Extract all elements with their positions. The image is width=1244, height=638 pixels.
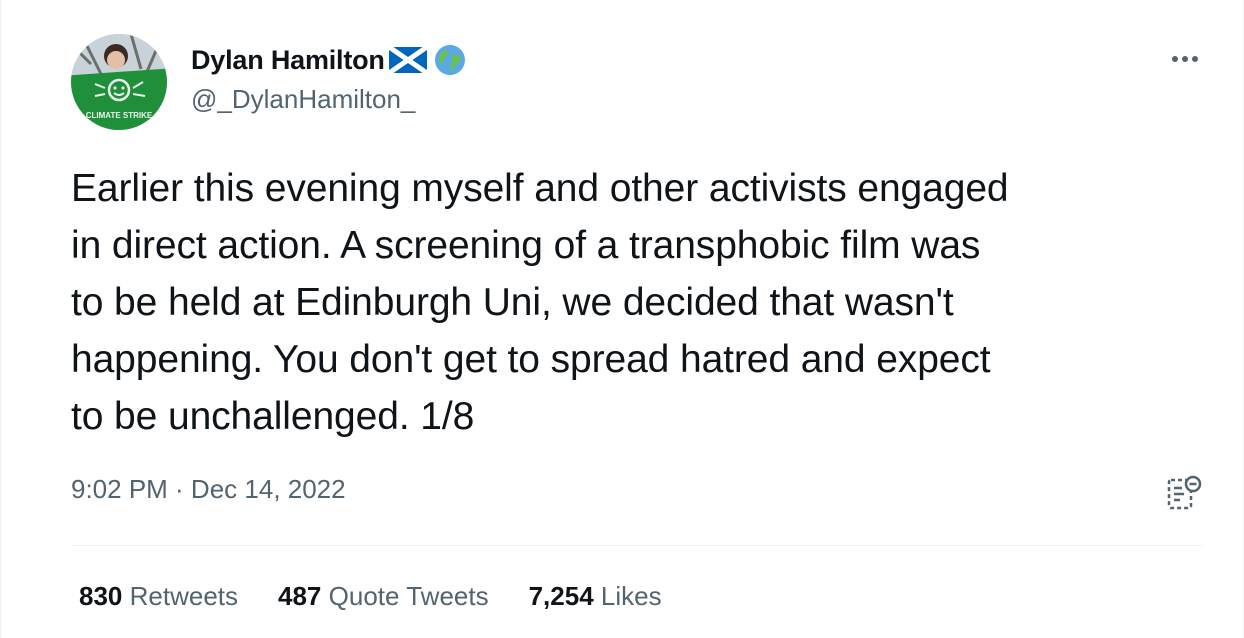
author-avatar[interactable]: CLIMATE STRIKE — [71, 34, 167, 130]
author-name-row: Dylan Hamilton — [191, 40, 467, 80]
tweet-timestamp[interactable]: 9:02 PM · Dec 14, 2022 — [71, 474, 346, 505]
tweet-stats: 830 Retweets 487 Quote Tweets 7,254 Like… — [79, 581, 662, 612]
likes-count: 7,254 — [528, 581, 594, 611]
avatar-image: CLIMATE STRIKE — [71, 34, 167, 130]
more-dot — [1182, 56, 1188, 62]
likes-stat[interactable]: 7,254 Likes — [529, 581, 662, 612]
divider — [71, 545, 1203, 546]
scotland-flag-icon — [387, 44, 429, 76]
likes-label: Likes — [600, 581, 662, 611]
tweet-text: Earlier this evening myself and other ac… — [71, 167, 1009, 438]
globe-icon — [433, 43, 467, 77]
more-dot — [1172, 56, 1178, 62]
more-options-button[interactable] — [1167, 44, 1203, 74]
quote-tweets-stat[interactable]: 487 Quote Tweets — [278, 581, 489, 612]
tweet-card: CLIMATE STRIKE Dylan Hamilton @_DylanHam… — [0, 0, 1244, 638]
author-handle[interactable]: @_DylanHamilton_ — [191, 84, 415, 115]
retweets-label: Retweets — [129, 581, 239, 611]
author-display-name[interactable]: Dylan Hamilton — [191, 45, 385, 76]
avatar-banner-text: CLIMATE STRIKE — [86, 111, 153, 120]
retweets-stat[interactable]: 830 Retweets — [79, 581, 238, 612]
more-dot — [1192, 56, 1198, 62]
quote-tweets-count: 487 — [278, 581, 322, 611]
retweets-count: 830 — [79, 581, 123, 611]
community-notes-icon[interactable] — [1163, 472, 1205, 514]
quote-tweets-label: Quote Tweets — [328, 581, 489, 611]
